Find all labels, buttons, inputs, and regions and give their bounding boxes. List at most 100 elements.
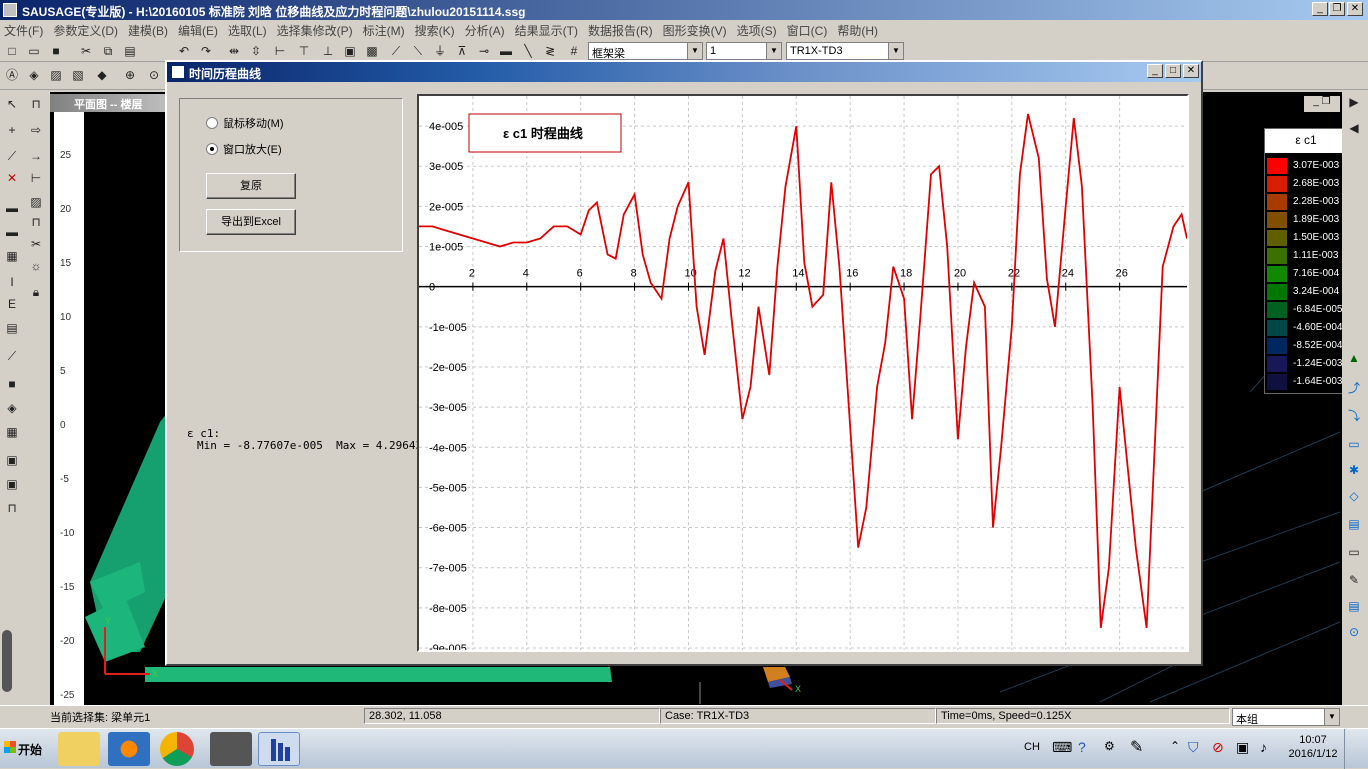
- dropdown-arrow-icon[interactable]: ▼: [1324, 709, 1339, 725]
- start-button[interactable]: 开始: [0, 729, 50, 769]
- dropdown-arrow-icon[interactable]: ▼: [888, 43, 903, 59]
- dropdown-arrow-icon[interactable]: ▼: [766, 43, 781, 59]
- save-icon[interactable]: ■: [48, 43, 64, 59]
- network-icon[interactable]: ▣: [1236, 739, 1249, 756]
- menu-item-3[interactable]: 编辑(E): [178, 24, 218, 38]
- column-icon[interactable]: ⊥: [320, 43, 336, 59]
- zoom-window-icon[interactable]: ⊙: [146, 67, 162, 83]
- radio-mouse-move[interactable]: 鼠标移动(M): [206, 115, 284, 131]
- beam-icon[interactable]: ⊤: [296, 43, 312, 59]
- scissors-icon[interactable]: ✂: [28, 236, 44, 252]
- menu-item-4[interactable]: 选取(L): [228, 24, 267, 38]
- menu-item-8[interactable]: 分析(A): [465, 24, 505, 38]
- monitor-icon[interactable]: ▭: [1346, 436, 1362, 452]
- zoom-icon[interactable]: ⊕: [122, 67, 138, 83]
- b-app-task-icon[interactable]: [210, 732, 252, 766]
- view-3d-icon[interactable]: ▨: [48, 67, 64, 83]
- show-desktop-button[interactable]: [1344, 729, 1368, 769]
- grid-icon[interactable]: #: [566, 43, 582, 59]
- delete-icon[interactable]: ✕: [4, 170, 20, 186]
- menu-item-5[interactable]: 选择集修改(P): [277, 24, 353, 38]
- align-icon[interactable]: ⇹: [226, 43, 242, 59]
- member-type-select[interactable]: 框架梁 ▼: [588, 42, 703, 60]
- film-icon[interactable]: ▭: [1346, 544, 1362, 560]
- align-v-icon[interactable]: ⇳: [248, 43, 264, 59]
- show-hidden-icon[interactable]: ⌃: [1170, 739, 1180, 753]
- group-select[interactable]: 本组 ▼: [1232, 708, 1340, 726]
- arrow-icon[interactable]: →: [28, 148, 44, 164]
- slab-icon[interactable]: ▩: [364, 43, 380, 59]
- menu-item-0[interactable]: 文件(F): [4, 24, 43, 38]
- clock[interactable]: 10:07 2016/1/12: [1286, 733, 1340, 761]
- restore-button[interactable]: 复原: [206, 173, 296, 199]
- explorer-task-icon[interactable]: [58, 732, 100, 766]
- pillar-icon[interactable]: ⊓: [4, 500, 20, 516]
- paste-icon[interactable]: ▤: [122, 43, 138, 59]
- settings-icon[interactable]: ⚙: [1104, 739, 1115, 753]
- line-draw-icon[interactable]: ⟋: [4, 148, 20, 164]
- chart-area[interactable]: 4e-005 3e-005 2e-005 1e-005 0 -1e-005 -2e-005 -…: [417, 94, 1189, 652]
- beam-tool2-icon[interactable]: ▬: [4, 224, 20, 240]
- sausage-task-icon[interactable]: [258, 732, 300, 766]
- maximize-button[interactable]: ❐: [1329, 2, 1345, 16]
- link2-icon[interactable]: ⤵: [1346, 408, 1362, 424]
- grid-tool-icon[interactable]: ▦: [4, 248, 20, 264]
- dialog-close-button[interactable]: ✕: [1183, 64, 1199, 78]
- box2-icon[interactable]: ▣: [4, 476, 20, 492]
- link-icon[interactable]: ⤴: [1346, 380, 1362, 396]
- table-icon[interactable]: ▤: [4, 320, 20, 336]
- menu-item-14[interactable]: 帮助(H): [837, 24, 878, 38]
- security-icon[interactable]: ⊘: [1212, 739, 1224, 756]
- case-select[interactable]: TR1X-TD3 ▼: [786, 42, 904, 60]
- lang-indicator[interactable]: CH: [1024, 741, 1040, 753]
- arrow-right-icon[interactable]: ⇨: [28, 122, 44, 138]
- diagonal-icon[interactable]: ╲: [520, 43, 536, 59]
- e-icon[interactable]: E: [4, 296, 20, 312]
- menu-item-9[interactable]: 结果显示(T): [515, 24, 578, 38]
- copy-icon[interactable]: ⧉: [100, 43, 116, 59]
- keyboard-icon[interactable]: ⌨: [1052, 739, 1072, 756]
- i-beam-icon[interactable]: I: [4, 274, 20, 290]
- menu-item-6[interactable]: 标注(M): [363, 24, 405, 38]
- view-a-icon[interactable]: Ⓐ: [4, 67, 20, 83]
- wall-icon[interactable]: ▣: [342, 43, 358, 59]
- dropdown-arrow-icon[interactable]: ▼: [687, 43, 702, 59]
- undo-icon[interactable]: ↶: [176, 43, 192, 59]
- search-icon[interactable]: ⊙: [1346, 624, 1362, 640]
- pen-icon[interactable]: ✎: [1346, 572, 1362, 588]
- square-icon[interactable]: ■: [4, 376, 20, 392]
- minimize-button[interactable]: _: [1312, 2, 1328, 16]
- play-icon[interactable]: ▶: [1346, 94, 1362, 110]
- snow-icon[interactable]: ✱: [1346, 462, 1362, 478]
- menu-item-10[interactable]: 数据报告(R): [588, 24, 653, 38]
- cut-icon[interactable]: ✂: [78, 43, 94, 59]
- menu-item-1[interactable]: 参数定义(D): [53, 24, 118, 38]
- view-solid-icon[interactable]: ◆: [94, 67, 110, 83]
- list-icon[interactable]: ▦: [4, 424, 20, 440]
- close-button[interactable]: ✕: [1347, 2, 1363, 16]
- support-icon[interactable]: ⊼: [454, 43, 470, 59]
- chrome-task-icon[interactable]: [160, 732, 194, 766]
- lock-icon[interactable]: 🔒︎: [28, 284, 44, 300]
- scroll-handle[interactable]: [2, 630, 12, 692]
- prev-icon[interactable]: ◀: [1346, 120, 1362, 136]
- cube-icon[interactable]: ◈: [4, 400, 20, 416]
- help-icon[interactable]: ?: [1078, 739, 1086, 755]
- open-folder-icon[interactable]: ▭: [26, 43, 42, 59]
- db-icon[interactable]: ▤: [1346, 598, 1362, 614]
- node-icon[interactable]: ⊢: [272, 43, 288, 59]
- view-box-icon[interactable]: ▧: [70, 67, 86, 83]
- box1-icon[interactable]: ▣: [4, 452, 20, 468]
- view-iso-icon[interactable]: ◈: [26, 67, 42, 83]
- bar-icon[interactable]: ▬: [498, 43, 514, 59]
- cross-icon[interactable]: +: [4, 122, 20, 138]
- beam-tool-icon[interactable]: ▬: [4, 200, 20, 216]
- node-tool-icon[interactable]: ⟋: [4, 348, 20, 364]
- zigzag-icon[interactable]: ≷: [542, 43, 558, 59]
- layer-icon[interactable]: ▲: [1346, 350, 1362, 366]
- spring-icon[interactable]: ⊸: [476, 43, 492, 59]
- menu-item-11[interactable]: 图形变换(V): [663, 24, 727, 38]
- hatch-icon[interactable]: ▨: [28, 194, 44, 210]
- media-player-task-icon[interactable]: [108, 732, 150, 766]
- line-icon[interactable]: ⟍: [410, 43, 426, 59]
